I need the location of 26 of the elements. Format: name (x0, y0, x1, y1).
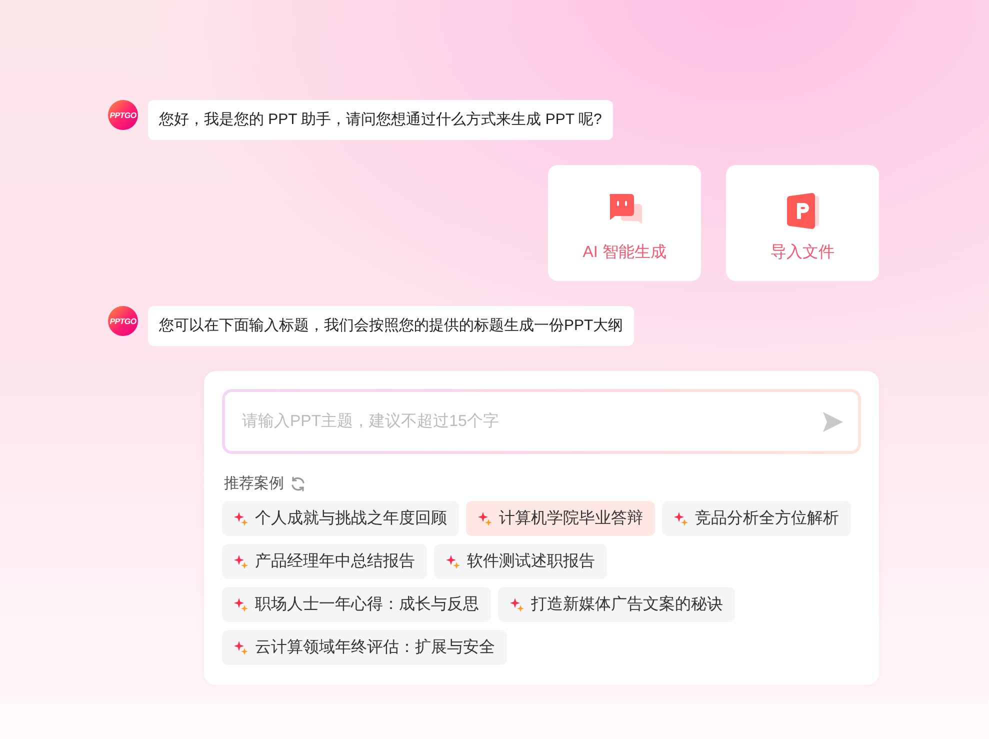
topic-input-field[interactable]: 请输入PPT主题，建议不超过15个字 (222, 389, 861, 454)
example-chip[interactable]: 个人成就与挑战之年度回顾 (222, 501, 459, 536)
file-p-icon (784, 192, 820, 230)
message-bubble: 您可以在下面输入标题，我们会按照您的提供的标题生成一份PPT大纲 (148, 306, 634, 346)
sparkle-icon (234, 598, 248, 612)
avatar-logo: PPTGO (108, 306, 138, 336)
sparkle-icon (234, 640, 248, 654)
example-chip[interactable]: 职场人士一年心得：成长与反思 (222, 587, 491, 622)
example-chip[interactable]: 云计算领域年终评估：扩展与安全 (222, 630, 507, 665)
send-icon[interactable] (822, 410, 844, 432)
message-bubble: 您好，我是您的 PPT 助手，请问您想通过什么方式来生成 PPT 呢? (148, 100, 613, 140)
topic-text-input[interactable]: 请输入PPT主题，建议不超过15个字 (240, 412, 822, 432)
sparkle-icon (446, 554, 460, 568)
sparkle-icon (478, 512, 492, 526)
avatar-logo: PPTGO (108, 100, 138, 130)
section-title: 推荐案例 (224, 474, 284, 493)
sparkle-icon (234, 512, 248, 526)
example-chip[interactable]: 打造新媒体广告文案的秘诀 (498, 587, 735, 622)
refresh-icon[interactable] (290, 476, 306, 492)
example-chip[interactable]: 软件测试述职报告 (434, 544, 607, 579)
example-chip[interactable]: 竞品分析全方位解析 (662, 501, 851, 536)
sparkle-icon (674, 512, 688, 526)
example-chip[interactable]: 计算机学院毕业答辩 (466, 501, 655, 536)
sparkle-icon (510, 598, 524, 612)
example-chip[interactable]: 产品经理年中总结报告 (222, 544, 427, 579)
sparkle-icon (234, 554, 248, 568)
